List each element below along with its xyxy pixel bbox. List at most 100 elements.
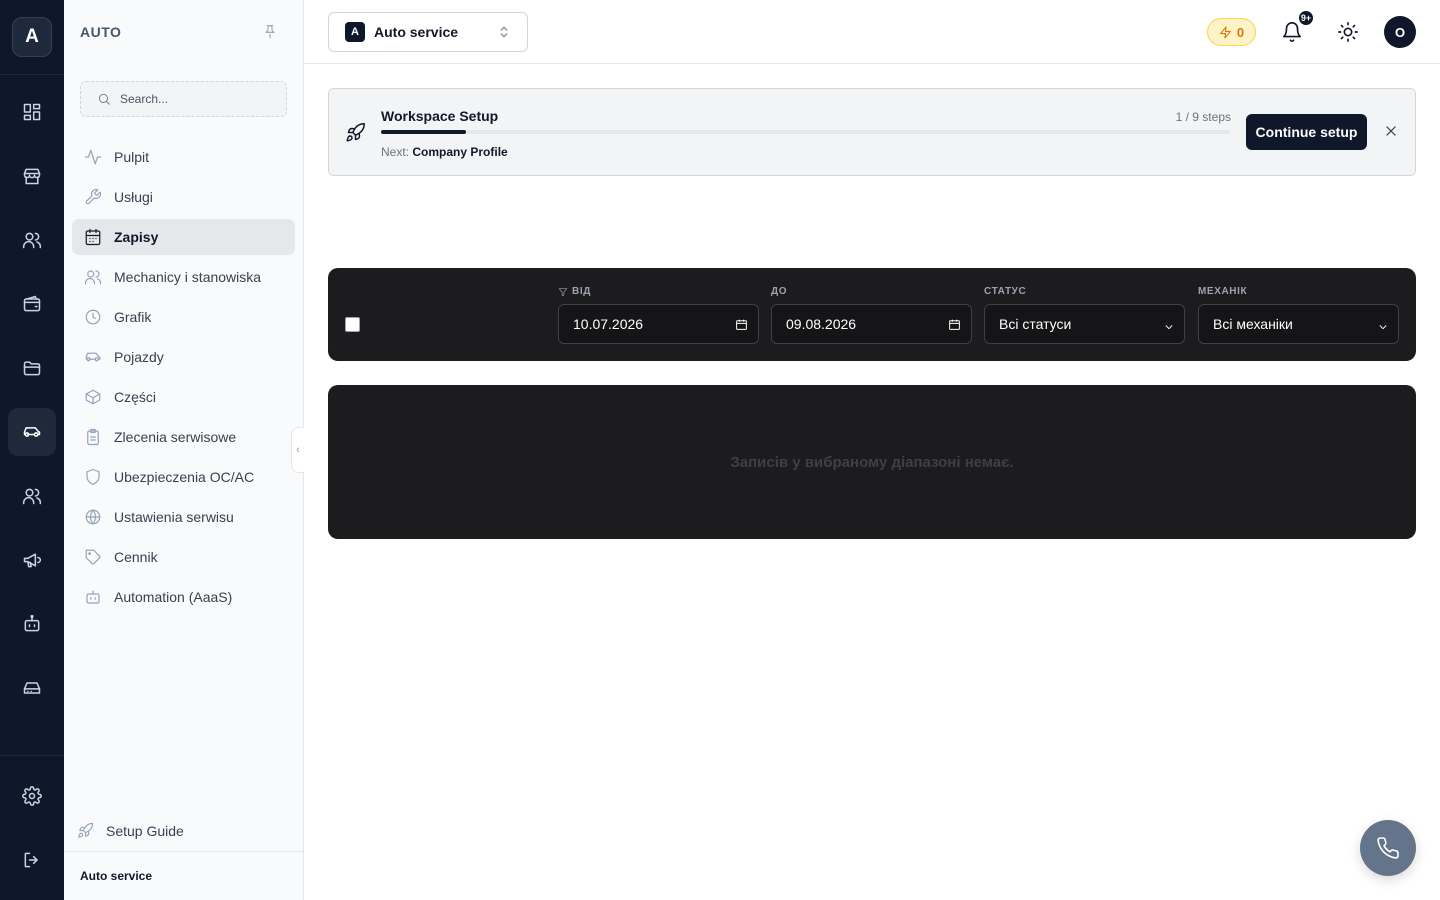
rail-store-button[interactable]	[8, 152, 56, 200]
rail-marketing-button[interactable]	[8, 536, 56, 584]
rail-logout-button[interactable]	[8, 836, 56, 884]
close-icon[interactable]	[1384, 124, 1398, 138]
users-icon	[22, 232, 42, 249]
workspace-selector[interactable]: A Auto service	[328, 12, 528, 52]
sidebar-footer-workspace: Auto service	[80, 869, 153, 883]
rail-drive-button[interactable]	[8, 664, 56, 712]
sidebar-item-label: Ubezpieczenia OC/AC	[114, 469, 255, 485]
gear-icon	[22, 786, 42, 806]
sidebar-collapse-button[interactable]: ‹	[291, 427, 304, 473]
sidebar-search[interactable]	[80, 81, 287, 117]
sidebar-item-ustawienia[interactable]: Ustawienia serwisu	[72, 499, 295, 535]
clock-icon	[84, 308, 102, 326]
to-label: ДО	[771, 286, 788, 297]
calendar-icon[interactable]	[948, 318, 961, 331]
banner-title: Workspace Setup	[381, 108, 499, 124]
sidebar-nav: Pulpit Usługi Zapisy Mechanicy i stanowi…	[72, 139, 295, 619]
clipboard-icon	[84, 428, 102, 446]
setup-progress-bar	[381, 130, 1230, 134]
continue-setup-button[interactable]: Continue setup	[1246, 114, 1367, 150]
sidebar-item-zapisy[interactable]: Zapisy	[72, 219, 295, 255]
rail-users-button[interactable]	[8, 216, 56, 264]
wallet-icon	[23, 295, 41, 312]
car-icon	[84, 348, 102, 366]
sidebar-item-label: Pojazdy	[114, 349, 164, 365]
sidebar-item-pojazdy[interactable]: Pojazdy	[72, 339, 295, 375]
filter-bar: ВІД 10.07.2026 ДО 09.08.2026 СТАТУС Всі …	[328, 268, 1416, 361]
store-icon	[23, 168, 41, 185]
search-icon	[97, 92, 111, 106]
status-select[interactable]: Всі статуси	[984, 304, 1185, 344]
sidebar-item-grafik[interactable]: Grafik	[72, 299, 295, 335]
notification-badge: 9+	[1297, 9, 1315, 27]
date-to-input[interactable]: 09.08.2026	[771, 304, 972, 344]
status-label: СТАТУС	[984, 286, 1027, 297]
sidebar-item-uslugi[interactable]: Usługi	[72, 179, 295, 215]
sidebar-item-ubezpieczenia[interactable]: Ubezpieczenia OC/AC	[72, 459, 295, 495]
bot-icon	[24, 614, 40, 632]
car-icon	[23, 427, 41, 437]
rail-dashboard-button[interactable]	[8, 88, 56, 136]
tag-icon	[84, 548, 102, 566]
app-rail: A	[0, 0, 64, 900]
shield-icon	[84, 468, 102, 486]
workspace-badge: A	[345, 22, 365, 42]
rail-wallet-button[interactable]	[8, 280, 56, 328]
sidebar-item-pulpit[interactable]: Pulpit	[72, 139, 295, 175]
avatar[interactable]: O	[1384, 16, 1416, 48]
sidebar-item-label: Ustawienia serwisu	[114, 509, 234, 525]
select-all-checkbox[interactable]	[345, 317, 360, 332]
search-input[interactable]	[120, 92, 270, 106]
sidebar-item-cennik[interactable]: Cennik	[72, 539, 295, 575]
date-from-input[interactable]: 10.07.2026	[558, 304, 759, 344]
sidebar-title: AUTO	[80, 24, 122, 40]
setup-guide-label: Setup Guide	[106, 822, 184, 839]
sidebar-item-label: Zlecenia serwisowe	[114, 429, 237, 445]
bolt-icon	[1219, 26, 1232, 39]
rail-divider	[0, 74, 64, 75]
megaphone-icon	[23, 553, 42, 568]
rail-team-button[interactable]	[8, 472, 56, 520]
sidebar-footer-divider	[64, 851, 303, 852]
sidebar-item-zlecenia[interactable]: Zlecenia serwisowe	[72, 419, 295, 455]
filter-icon	[558, 287, 568, 297]
sidebar-item-label: Pulpit	[114, 149, 150, 165]
sidebar-item-czesci[interactable]: Części	[72, 379, 295, 415]
sidebar-item-automation[interactable]: Automation (AaaS)	[72, 579, 295, 615]
team-icon	[22, 488, 42, 505]
sidebar: AUTO Pulpit Usługi Zapisy Mechanicy i st…	[64, 0, 304, 900]
credits-count: 0	[1236, 24, 1245, 40]
next-value: Company Profile	[412, 145, 508, 159]
call-button[interactable]	[1360, 820, 1416, 876]
appointments-empty-state: Записів у вибраному діапазоні немає.	[328, 385, 1416, 539]
drive-icon	[23, 682, 41, 694]
wrench-icon	[84, 188, 102, 206]
sun-icon[interactable]	[1337, 21, 1359, 43]
empty-state-message: Записів у вибраному діапазоні немає.	[730, 453, 1014, 471]
rocket-icon	[345, 122, 366, 143]
rail-car-button[interactable]	[8, 408, 56, 456]
banner-next-step: Next: Company Profile	[381, 145, 508, 159]
sidebar-item-label: Grafik	[114, 309, 152, 325]
setup-guide-link[interactable]: Setup Guide	[77, 822, 184, 839]
app-logo[interactable]: A	[12, 17, 52, 57]
mechanic-select[interactable]: Всі механіки	[1198, 304, 1399, 344]
box-icon	[84, 388, 102, 406]
setup-progress-fill	[381, 130, 466, 134]
rail-bot-button[interactable]	[8, 600, 56, 648]
rail-folder-button[interactable]	[8, 344, 56, 392]
pin-icon[interactable]	[262, 23, 278, 39]
sidebar-item-mechanicy[interactable]: Mechanicy i stanowiska	[72, 259, 295, 295]
calendar-icon	[84, 228, 102, 246]
credits-badge[interactable]: 0	[1207, 18, 1256, 46]
sidebar-item-label: Mechanicy i stanowiska	[114, 269, 262, 285]
calendar-icon[interactable]	[735, 318, 748, 331]
globe-icon	[84, 508, 102, 526]
folder-icon	[23, 361, 41, 376]
from-label: ВІД	[558, 286, 591, 297]
rail-settings-button[interactable]	[8, 772, 56, 820]
mechanic-select-value: Всі механіки	[1213, 316, 1293, 332]
date-to-value: 09.08.2026	[786, 316, 857, 332]
status-select-value: Всі статуси	[999, 316, 1072, 332]
activity-icon	[84, 148, 102, 166]
